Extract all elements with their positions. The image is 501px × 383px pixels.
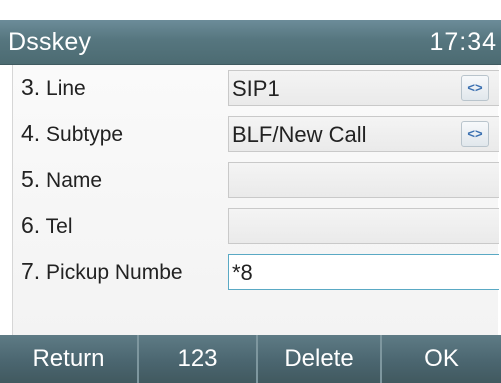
- name-label: 5. Name: [21, 166, 103, 192]
- tel-label: 6. Tel: [21, 212, 73, 238]
- line-row[interactable]: 3. Line SIP1 <>: [13, 65, 499, 111]
- line-label: 3. Line: [21, 74, 86, 100]
- line-select[interactable]: SIP1 <>: [228, 70, 499, 106]
- pickup-number-value: *8: [232, 260, 253, 285]
- pickup-number-input[interactable]: *8: [228, 254, 499, 290]
- pickup-number-label: 7. Pickup Numbe: [21, 258, 183, 284]
- tel-row[interactable]: 6. Tel: [13, 203, 499, 249]
- line-value: SIP1: [232, 76, 280, 101]
- clock-time: 17:34: [429, 28, 497, 56]
- subtype-value: BLF/New Call: [232, 122, 367, 147]
- name-row[interactable]: 5. Name: [13, 157, 499, 203]
- subtype-switch-arrows-icon[interactable]: <>: [461, 121, 489, 147]
- top-strip: [0, 0, 501, 20]
- name-input[interactable]: [228, 162, 499, 198]
- return-softkey[interactable]: Return: [0, 335, 139, 383]
- input-mode-softkey[interactable]: 123: [139, 335, 258, 383]
- subtype-label: 4. Subtype: [21, 120, 124, 146]
- title-bar: Dsskey 17:34: [0, 20, 501, 65]
- settings-list: 3. Line SIP1 <> 4. Subtype BLF/New Call …: [12, 65, 499, 335]
- subtype-select[interactable]: BLF/New Call <>: [228, 116, 499, 152]
- page-title: Dsskey: [8, 28, 92, 56]
- line-switch-arrows-icon[interactable]: <>: [461, 75, 489, 101]
- dsskey-screen: Dsskey 17:34 3. Line SIP1 <> 4. Subtype …: [0, 0, 501, 383]
- ok-softkey[interactable]: OK: [382, 335, 501, 383]
- subtype-row[interactable]: 4. Subtype BLF/New Call <>: [13, 111, 499, 157]
- softkey-bar: Return 123 Delete OK: [0, 335, 501, 383]
- tel-input[interactable]: [228, 208, 499, 244]
- delete-softkey[interactable]: Delete: [258, 335, 382, 383]
- pickup-number-row[interactable]: 7. Pickup Numbe *8: [13, 249, 499, 295]
